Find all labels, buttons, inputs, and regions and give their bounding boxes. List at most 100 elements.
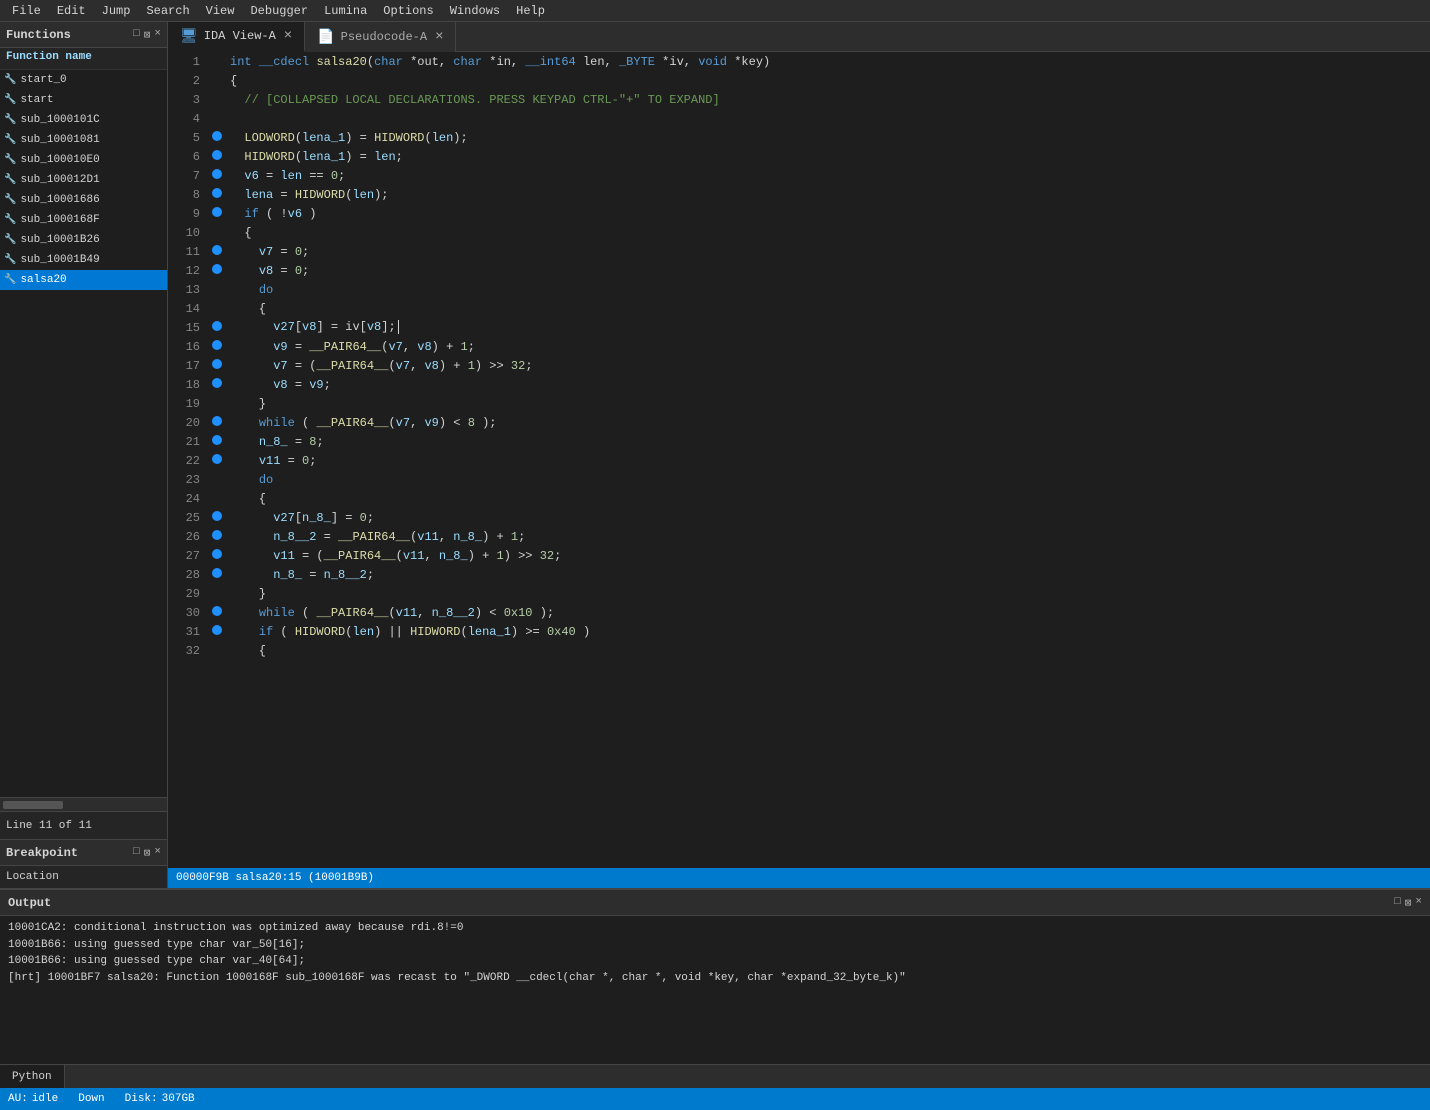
bp-close-icon[interactable]: × (154, 846, 161, 860)
menu-options[interactable]: Options (375, 2, 441, 20)
table-row[interactable]: 19 } (168, 394, 1430, 413)
table-row[interactable]: 20 while ( __PAIR64__(v7, v9) < 8 ); (168, 413, 1430, 432)
function-item-sub10001686[interactable]: 🔧 sub_10001686 (0, 190, 167, 210)
function-item-start[interactable]: 🔧 start (0, 90, 167, 110)
breakpoint-cell[interactable] (208, 413, 226, 432)
tab-pseudocode[interactable]: 📄 Pseudocode-A × (305, 22, 456, 52)
table-row[interactable]: 30 while ( __PAIR64__(v11, n_8__2) < 0x1… (168, 603, 1430, 622)
output-lock-icon[interactable]: ⊠ (1405, 896, 1412, 910)
functions-close-icon[interactable]: × (154, 28, 161, 42)
table-row[interactable]: 6 HIDWORD(lena_1) = len; (168, 147, 1430, 166)
function-item-sub1000168f[interactable]: 🔧 sub_1000168F (0, 210, 167, 230)
breakpoint-cell[interactable] (208, 527, 226, 546)
table-row[interactable]: 15 v27[v8] = iv[v8]; (168, 318, 1430, 337)
breakpoint-cell[interactable] (208, 622, 226, 641)
breakpoint-cell[interactable] (208, 280, 226, 299)
breakpoint-cell[interactable] (208, 470, 226, 489)
table-row[interactable]: 25 v27[n_8_] = 0; (168, 508, 1430, 527)
output-content[interactable]: 10001CA2: conditional instruction was op… (0, 916, 1430, 1064)
functions-hscroll[interactable] (0, 797, 167, 811)
menu-file[interactable]: File (4, 2, 49, 20)
breakpoint-cell[interactable] (208, 641, 226, 660)
table-row[interactable]: 9 if ( !v6 ) (168, 204, 1430, 223)
table-row[interactable]: 32 { (168, 641, 1430, 660)
breakpoint-cell[interactable] (208, 337, 226, 356)
table-row[interactable]: 21 n_8_ = 8; (168, 432, 1430, 451)
breakpoint-cell[interactable] (208, 584, 226, 603)
table-row[interactable]: 2{ (168, 71, 1430, 90)
table-row[interactable]: 17 v7 = (__PAIR64__(v7, v8) + 1) >> 32; (168, 356, 1430, 375)
code-area[interactable]: 1int __cdecl salsa20(char *out, char *in… (168, 52, 1430, 868)
bp-float-icon[interactable]: □ (133, 846, 140, 860)
output-close-icon[interactable]: × (1415, 896, 1422, 910)
breakpoint-cell[interactable] (208, 318, 226, 337)
table-row[interactable]: 11 v7 = 0; (168, 242, 1430, 261)
table-row[interactable]: 31 if ( HIDWORD(len) || HIDWORD(lena_1) … (168, 622, 1430, 641)
breakpoint-cell[interactable] (208, 546, 226, 565)
function-item-sub1000101c[interactable]: 🔧 sub_1000101C (0, 110, 167, 130)
breakpoint-cell[interactable] (208, 166, 226, 185)
python-tab[interactable]: Python (0, 1065, 65, 1088)
functions-lock-icon[interactable]: ⊠ (144, 28, 151, 42)
table-row[interactable]: 22 v11 = 0; (168, 451, 1430, 470)
table-row[interactable]: 7 v6 = len == 0; (168, 166, 1430, 185)
breakpoint-cell[interactable] (208, 565, 226, 584)
function-item-sub100012d1[interactable]: 🔧 sub_100012D1 (0, 170, 167, 190)
breakpoint-cell[interactable] (208, 432, 226, 451)
breakpoint-cell[interactable] (208, 223, 226, 242)
table-row[interactable]: 10 { (168, 223, 1430, 242)
functions-hscroll-thumb[interactable] (3, 801, 63, 809)
menu-lumina[interactable]: Lumina (316, 2, 375, 20)
breakpoint-cell[interactable] (208, 451, 226, 470)
breakpoint-cell[interactable] (208, 489, 226, 508)
menu-view[interactable]: View (198, 2, 243, 20)
breakpoint-cell[interactable] (208, 71, 226, 90)
breakpoint-cell[interactable] (208, 109, 226, 128)
table-row[interactable]: 12 v8 = 0; (168, 261, 1430, 280)
function-item-start0[interactable]: 🔧 start_0 (0, 70, 167, 90)
table-row[interactable]: 29 } (168, 584, 1430, 603)
table-row[interactable]: 8 lena = HIDWORD(len); (168, 185, 1430, 204)
breakpoint-cell[interactable] (208, 147, 226, 166)
tab-ida-view-close[interactable]: × (284, 28, 292, 44)
breakpoint-cell[interactable] (208, 394, 226, 413)
breakpoint-cell[interactable] (208, 52, 226, 71)
table-row[interactable]: 1int __cdecl salsa20(char *out, char *in… (168, 52, 1430, 71)
breakpoint-cell[interactable] (208, 185, 226, 204)
breakpoint-cell[interactable] (208, 261, 226, 280)
breakpoint-cell[interactable] (208, 204, 226, 223)
menu-help[interactable]: Help (508, 2, 553, 20)
tab-pseudocode-close[interactable]: × (435, 29, 443, 45)
table-row[interactable]: 13 do (168, 280, 1430, 299)
functions-float-icon[interactable]: □ (133, 28, 140, 42)
function-item-salsa20[interactable]: 🔧 salsa20 (0, 270, 167, 290)
table-row[interactable]: 26 n_8__2 = __PAIR64__(v11, n_8_) + 1; (168, 527, 1430, 546)
table-row[interactable]: 28 n_8_ = n_8__2; (168, 565, 1430, 584)
table-row[interactable]: 4 (168, 109, 1430, 128)
breakpoint-cell[interactable] (208, 128, 226, 147)
menu-debugger[interactable]: Debugger (242, 2, 316, 20)
function-item-sub10001081[interactable]: 🔧 sub_10001081 (0, 130, 167, 150)
table-row[interactable]: 16 v9 = __PAIR64__(v7, v8) + 1; (168, 337, 1430, 356)
breakpoint-cell[interactable] (208, 508, 226, 527)
menu-jump[interactable]: Jump (94, 2, 139, 20)
breakpoint-cell[interactable] (208, 375, 226, 394)
table-row[interactable]: 23 do (168, 470, 1430, 489)
menu-windows[interactable]: Windows (442, 2, 508, 20)
menu-search[interactable]: Search (138, 2, 197, 20)
function-item-sub10001b49[interactable]: 🔧 sub_10001B49 (0, 250, 167, 270)
breakpoint-cell[interactable] (208, 90, 226, 109)
table-row[interactable]: 24 { (168, 489, 1430, 508)
function-item-sub10001b26[interactable]: 🔧 sub_10001B26 (0, 230, 167, 250)
functions-list[interactable]: 🔧 start_0 🔧 start 🔧 sub_1000101C 🔧 sub_1… (0, 70, 167, 797)
breakpoint-cell[interactable] (208, 242, 226, 261)
table-row[interactable]: 5 LODWORD(lena_1) = HIDWORD(len); (168, 128, 1430, 147)
table-row[interactable]: 3 // [COLLAPSED LOCAL DECLARATIONS. PRES… (168, 90, 1430, 109)
tab-ida-view[interactable]: 🖥 IDA View-A × (168, 22, 305, 52)
table-row[interactable]: 14 { (168, 299, 1430, 318)
breakpoint-cell[interactable] (208, 299, 226, 318)
table-row[interactable]: 18 v8 = v9; (168, 375, 1430, 394)
table-row[interactable]: 27 v11 = (__PAIR64__(v11, n_8_) + 1) >> … (168, 546, 1430, 565)
function-item-sub100010e0[interactable]: 🔧 sub_100010E0 (0, 150, 167, 170)
menu-edit[interactable]: Edit (49, 2, 94, 20)
